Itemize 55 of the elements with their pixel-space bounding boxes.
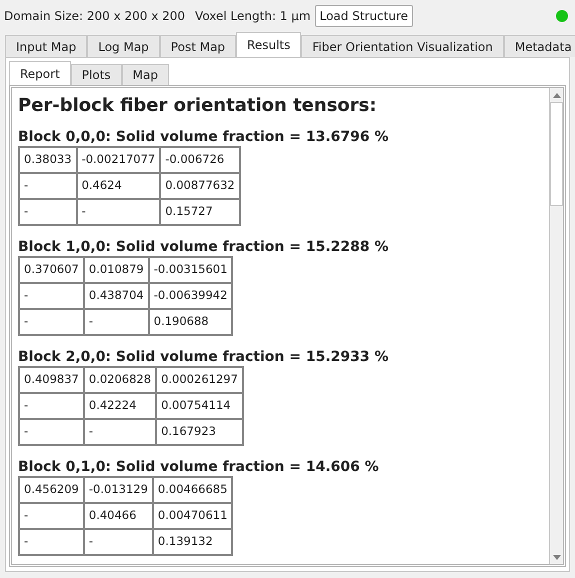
- table-cell: 0.00877632: [160, 173, 240, 199]
- table-cell: 0.40466: [84, 503, 153, 529]
- table-cell: 0.42224: [84, 393, 156, 419]
- tab[interactable]: Post Map: [160, 35, 236, 57]
- tab[interactable]: Log Map: [87, 35, 160, 57]
- table-cell: -: [19, 283, 84, 309]
- voxel-length-label: Voxel Length: 1 µm: [195, 8, 311, 25]
- table-cell: -: [76, 199, 160, 225]
- table-cell: 0.370607: [19, 257, 84, 283]
- table-cell: 0.00754114: [156, 393, 243, 419]
- block-heading: Block 0,1,0: Solid volume fraction = 14.606 %: [18, 459, 380, 476]
- table-cell: -0.00639942: [148, 283, 232, 309]
- table-cell: -: [19, 393, 84, 419]
- table-cell: 0.00466685: [152, 477, 232, 503]
- tab[interactable]: Metadata: [504, 35, 575, 57]
- report-title: Per-block fiber orientation tensors:: [18, 94, 378, 118]
- subtab[interactable]: Report: [9, 61, 71, 85]
- table-cell: -0.013129: [84, 477, 153, 503]
- table-cell: -0.006726: [160, 147, 240, 173]
- table-cell: -: [19, 529, 84, 555]
- tab[interactable]: Results: [236, 32, 302, 57]
- subtab[interactable]: Map: [122, 64, 169, 85]
- table-cell: 0.15727: [160, 199, 240, 225]
- tab[interactable]: Fiber Orientation Visualization: [301, 35, 504, 57]
- subtab[interactable]: Plots: [70, 64, 122, 85]
- table-cell: -: [19, 199, 77, 225]
- table-cell: 0.438704: [84, 283, 149, 309]
- table-cell: 0.167923: [156, 419, 243, 445]
- table-cell: 0.00470611: [152, 503, 232, 529]
- load-structure-button[interactable]: Load Structure: [314, 5, 414, 27]
- table-cell: 0.010879: [84, 257, 149, 283]
- table-cell: -: [84, 419, 156, 445]
- table-cell: 0.409837: [19, 367, 84, 393]
- domain-size-label: Domain Size: 200 x 200 x 200: [4, 8, 186, 25]
- table-cell: 0.000261297: [156, 367, 243, 393]
- table-cell: -0.00217077: [76, 147, 160, 173]
- table-cell: -: [84, 529, 153, 555]
- tab[interactable]: Input Map: [5, 35, 88, 57]
- table-cell: -: [84, 309, 149, 335]
- block-heading: Block 0,0,0: Solid volume fraction = 13.6796 %: [18, 129, 390, 146]
- table-cell: -0.00315601: [148, 257, 232, 283]
- table-cell: -: [19, 309, 84, 335]
- table-cell: 0.190688: [148, 309, 232, 335]
- table-cell: 0.4624: [76, 173, 160, 199]
- scroll-thumb[interactable]: [550, 102, 563, 206]
- vertical-scrollbar[interactable]: [549, 88, 563, 564]
- table-cell: 0.38033: [19, 147, 77, 173]
- table-cell: -: [19, 173, 77, 199]
- table-cell: -: [19, 419, 84, 445]
- block-heading: Block 1,0,0: Solid volume fraction = 15.2288 %: [18, 239, 390, 256]
- table-cell: 0.0206828: [84, 367, 156, 393]
- table-cell: 0.139132: [152, 529, 232, 555]
- block-heading: Block 2,0,0: Solid volume fraction = 15.2933 %: [18, 349, 390, 366]
- table-cell: -: [19, 503, 84, 529]
- table-cell: 0.456209: [19, 477, 84, 503]
